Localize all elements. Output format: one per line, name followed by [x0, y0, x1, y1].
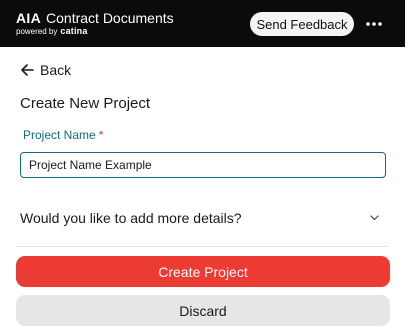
arrow-left-icon [21, 64, 34, 76]
back-button[interactable]: Back [20, 62, 71, 78]
powered-by-brand: catina [60, 26, 88, 36]
more-details-toggle[interactable]: Would you like to add more details? [16, 203, 389, 233]
more-options-button[interactable] [364, 14, 384, 34]
back-label: Back [40, 62, 72, 78]
chevron-down-icon [370, 215, 379, 221]
project-name-label: Project Name * [23, 128, 103, 142]
brand-name-strong: AIA [16, 10, 42, 26]
brand-logo: AIA Contract Documents powered by catina [16, 10, 174, 36]
top-bar: AIA Contract Documents powered by catina… [0, 0, 405, 47]
page-title: Create New Project [20, 95, 151, 112]
more-horizontal-icon [366, 22, 382, 26]
create-project-button[interactable]: Create Project [16, 256, 390, 287]
discard-button[interactable]: Discard [16, 295, 390, 326]
required-marker: * [98, 128, 104, 142]
more-details-label: Would you like to add more details? [20, 210, 242, 226]
powered-by-text: powered by [16, 27, 58, 36]
project-name-label-text: Project Name [23, 128, 96, 142]
send-feedback-button[interactable]: Send Feedback [250, 12, 354, 36]
divider [16, 246, 389, 247]
project-name-input[interactable] [20, 152, 386, 178]
brand-name-light: Contract Documents [46, 10, 174, 26]
